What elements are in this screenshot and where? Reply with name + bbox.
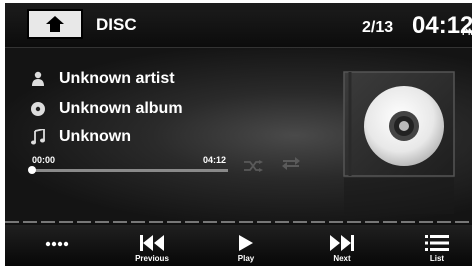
- elapsed-time: 00:00: [32, 155, 56, 165]
- artist-row: Unknown artist: [27, 70, 175, 88]
- previous-button[interactable]: Previous: [127, 225, 177, 266]
- repeat-icon[interactable]: [281, 156, 301, 170]
- media-player-screen: DISC 2/13 04:12 PM Unknown artist Unknow…: [5, 3, 472, 266]
- artist-icon: [27, 71, 49, 87]
- source-label: DISC: [96, 15, 137, 34]
- progress-knob[interactable]: [28, 166, 36, 174]
- list-label: List: [429, 254, 445, 263]
- control-bar: Previous Play Next List: [5, 225, 472, 266]
- track-title: Unknown: [59, 128, 131, 145]
- now-playing-panel: Unknown artist Unknown album Unknown 00:…: [5, 48, 472, 223]
- music-note-icon: [27, 129, 49, 145]
- clock-ampm: PM: [462, 27, 472, 37]
- play-button[interactable]: Play: [226, 225, 266, 266]
- home-icon: [46, 16, 64, 32]
- shuffle-icon[interactable]: [243, 160, 263, 172]
- next-label: Next: [333, 254, 351, 263]
- previous-icon: [140, 235, 164, 251]
- album-row: Unknown album: [27, 100, 183, 118]
- total-time: 04:12: [203, 155, 227, 165]
- play-label: Play: [237, 254, 255, 263]
- next-button[interactable]: Next: [322, 225, 362, 266]
- progress-bar[interactable]: [28, 166, 228, 174]
- album-name: Unknown album: [59, 100, 183, 117]
- next-icon: [330, 235, 354, 251]
- more-button[interactable]: [37, 225, 77, 266]
- home-button[interactable]: [27, 9, 83, 39]
- track-count: 2/13: [362, 19, 394, 36]
- list-icon: [425, 235, 449, 251]
- artist-name: Unknown artist: [59, 70, 175, 87]
- top-bar: DISC 2/13 04:12 PM: [5, 3, 472, 48]
- play-icon: [239, 235, 253, 251]
- previous-label: Previous: [135, 254, 169, 263]
- list-button[interactable]: List: [422, 225, 452, 266]
- title-row: Unknown: [27, 128, 131, 146]
- album-cover: [343, 71, 455, 214]
- more-icon: [45, 241, 69, 247]
- album-icon: [27, 101, 49, 117]
